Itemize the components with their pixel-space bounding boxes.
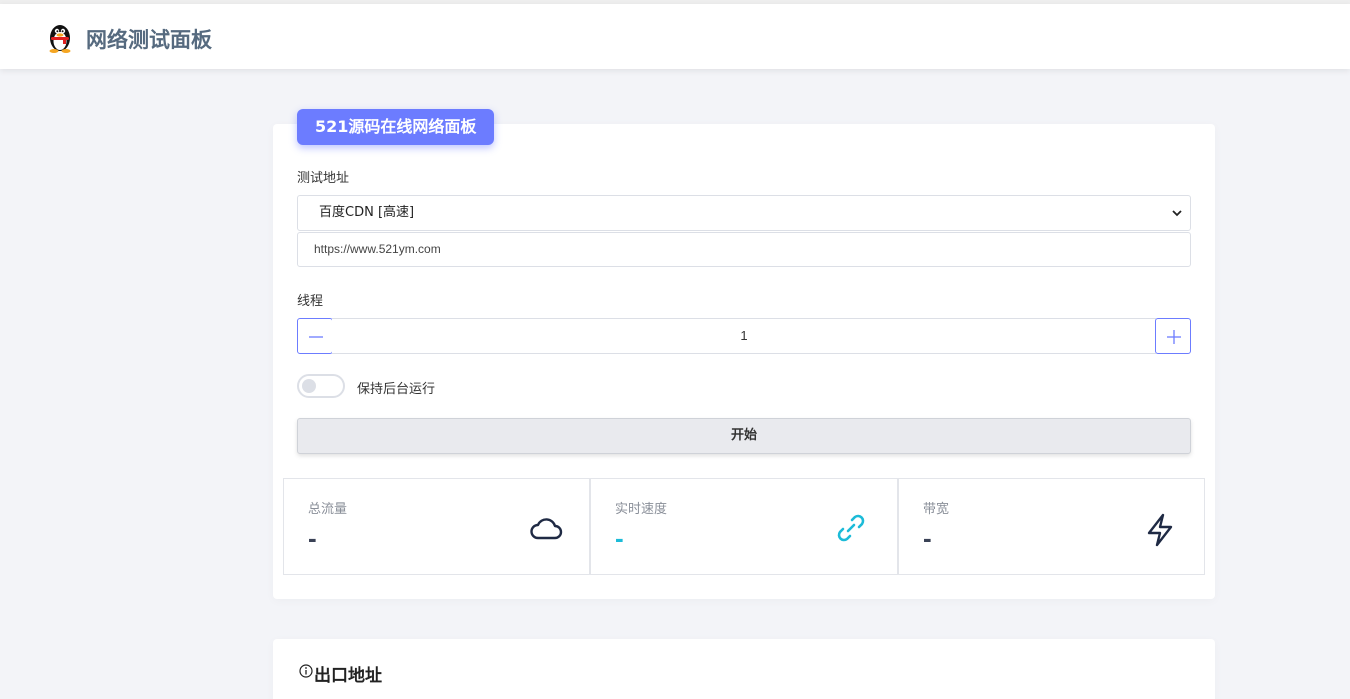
test-url-label: 测试地址 (297, 171, 350, 186)
plus-icon (1167, 330, 1181, 344)
lightning-icon (1147, 513, 1173, 547)
toggle-knob (302, 379, 316, 393)
stat-value: - (308, 523, 317, 553)
stat-value: - (923, 523, 932, 553)
start-button[interactable]: 开始 (297, 418, 1191, 454)
stat-realtime-speed: 实时速度 - (590, 478, 898, 575)
stat-title: 带宽 (923, 502, 950, 517)
chevron-down-icon (1172, 210, 1182, 217)
background-run-toggle[interactable] (297, 374, 345, 398)
link-icon (837, 514, 865, 542)
stat-total-traffic: 总流量 - (283, 478, 590, 575)
info-circle-icon (299, 664, 313, 678)
exit-address-title: 出口地址 (314, 666, 382, 686)
url-input[interactable]: https://www.521ym.com (297, 232, 1191, 267)
stat-bandwidth: 带宽 - (898, 478, 1205, 575)
stat-title: 总流量 (308, 502, 348, 517)
node-select[interactable]: 百度CDN [高速] (297, 195, 1191, 231)
qq-penguin-icon[interactable] (46, 21, 74, 53)
threads-label: 线程 (297, 294, 324, 309)
stat-title: 实时速度 (615, 502, 668, 517)
decrease-threads-button[interactable] (297, 318, 333, 354)
exit-address-card (273, 639, 1215, 699)
panel-badge: 521源码在线网络面板 (297, 109, 495, 145)
threads-input[interactable]: 1 (332, 318, 1156, 354)
top-navbar: 网络测试面板 (0, 4, 1350, 69)
background-run-label: 保持后台运行 (357, 382, 436, 397)
cloud-icon (530, 518, 563, 540)
minus-icon (309, 336, 323, 338)
node-select-value: 百度CDN [高速] (319, 205, 415, 220)
stat-value: - (615, 523, 624, 553)
increase-threads-button[interactable] (1155, 318, 1191, 354)
app-title: 网络测试面板 (86, 28, 212, 52)
